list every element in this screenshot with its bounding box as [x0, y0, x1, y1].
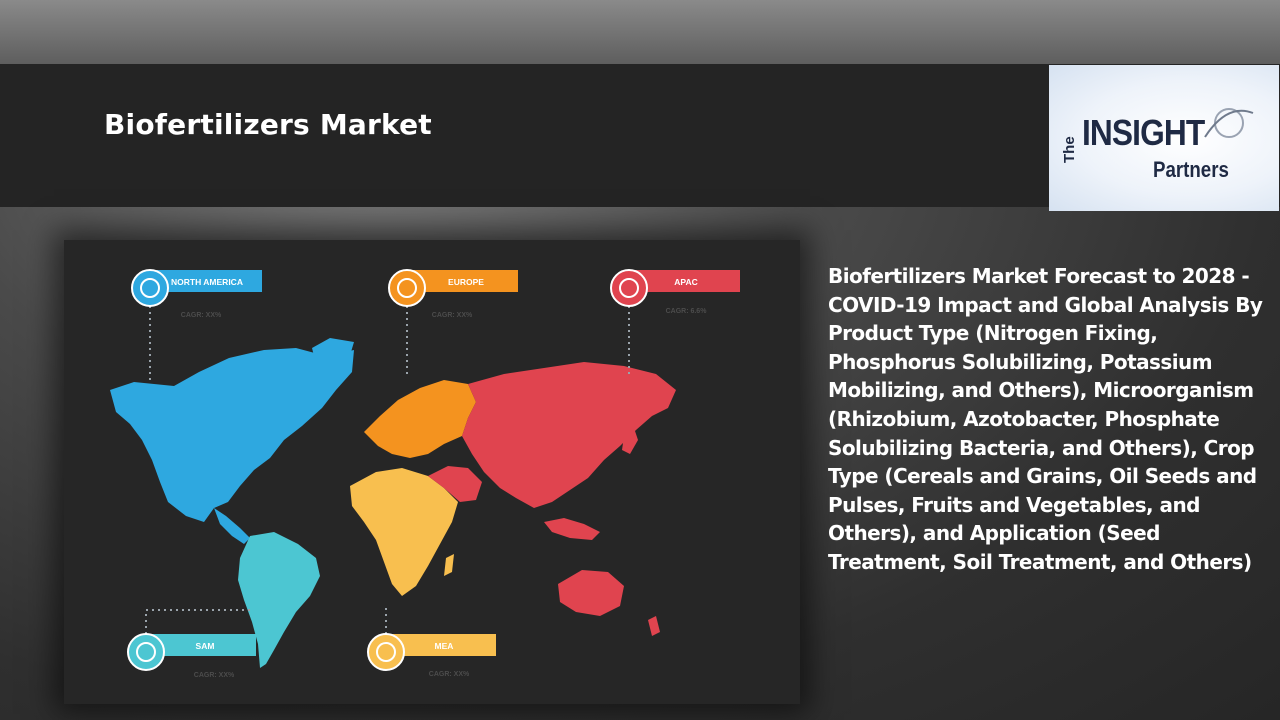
asia-shape	[462, 362, 676, 508]
north-america-shape	[110, 348, 354, 522]
region-cagr-north-america: CAGR: XX%	[181, 312, 222, 319]
africa-shape	[350, 468, 458, 596]
logo-partners-text: Partners	[1153, 157, 1229, 182]
region-label-mea: MEA	[435, 641, 454, 651]
region-label-europe: EUROPE	[448, 277, 484, 287]
region-cagr-apac: CAGR: 6.6%	[666, 308, 708, 315]
australia-shape	[558, 570, 624, 616]
new-zealand-shape	[648, 616, 660, 636]
logo-insight-text: INSIGHT	[1082, 112, 1205, 153]
insight-partners-logo: The INSIGHT Partners	[1049, 65, 1279, 211]
report-description: Biofertilizers Market Forecast to 2028 -…	[828, 264, 1263, 574]
badge-europe: EUROPE CAGR: XX%	[388, 269, 518, 319]
region-cagr-sam: CAGR: XX%	[194, 672, 235, 679]
orbit-icon	[1204, 108, 1254, 138]
region-cagr-europe: CAGR: XX%	[432, 312, 473, 319]
badge-mea: MEA CAGR: XX%	[367, 633, 496, 678]
region-label-apac: APAC	[674, 277, 697, 287]
badge-apac: APAC CAGR: 6.6%	[610, 269, 740, 315]
world-map-card: NORTH AMERICA CAGR: XX% EUROPE CAGR: XX%…	[64, 240, 800, 704]
region-label-sam: SAM	[196, 641, 215, 651]
top-band	[0, 0, 1280, 64]
europe-shape	[364, 380, 476, 458]
world-map: NORTH AMERICA CAGR: XX% EUROPE CAGR: XX%…	[110, 269, 740, 679]
central-america-shape	[214, 508, 250, 544]
region-label-north-america: NORTH AMERICA	[171, 277, 243, 287]
logo-the-text: The	[1061, 136, 1078, 163]
southeast-asia-islands-shape	[544, 518, 600, 540]
badge-sam: SAM CAGR: XX%	[127, 633, 256, 679]
madagascar-shape	[444, 554, 454, 576]
badge-north-america: NORTH AMERICA CAGR: XX%	[131, 269, 262, 319]
region-cagr-mea: CAGR: XX%	[429, 671, 470, 678]
page-title: Biofertilizers Market	[104, 108, 432, 141]
